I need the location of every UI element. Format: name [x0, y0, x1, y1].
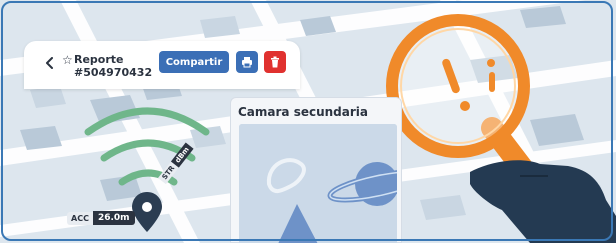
chevron-left-icon: [46, 57, 53, 69]
secondary-camera-panel: Camara secundaria: [230, 97, 402, 243]
back-button[interactable]: [42, 55, 58, 71]
delete-button[interactable]: [264, 51, 286, 73]
star-outline-icon[interactable]: ☆: [62, 53, 73, 67]
accuracy-value: 26.0m: [92, 211, 135, 225]
accuracy-badge: ACC 26.0m: [67, 210, 135, 226]
report-card: ☆ Reporte #504970432 Compartir: [24, 41, 300, 89]
accuracy-label: ACC: [67, 211, 93, 225]
report-title: Reporte: [74, 53, 124, 66]
share-button[interactable]: Compartir: [159, 51, 229, 73]
print-button[interactable]: [236, 51, 258, 73]
camera-view[interactable]: [239, 124, 397, 243]
report-id: #504970432: [74, 66, 153, 79]
trash-icon: [271, 56, 279, 68]
camera-placeholder-illustration: [239, 124, 397, 243]
printer-icon: [242, 57, 252, 68]
app-screen: ☆ Reporte #504970432 Compartir Camara se…: [0, 0, 616, 243]
camera-title: Camara secundaria: [238, 105, 368, 119]
